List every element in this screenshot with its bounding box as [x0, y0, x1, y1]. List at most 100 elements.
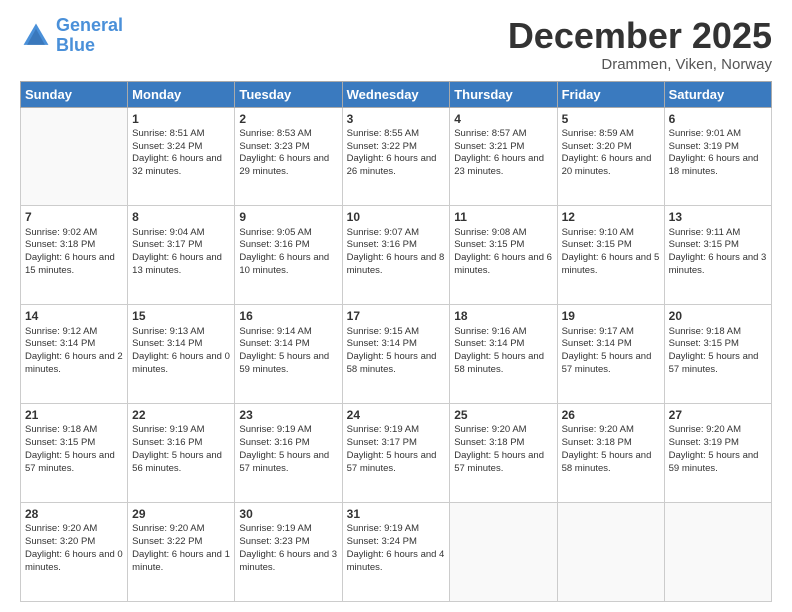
day-info: Sunrise: 8:57 AM Sunset: 3:21 PM Dayligh… [454, 128, 552, 179]
day-cell: 20 Sunrise: 9:18 AM Sunset: 3:15 PM Dayli… [664, 305, 771, 404]
day-cell [21, 107, 128, 206]
day-number: 22 [132, 407, 230, 423]
day-number: 23 [239, 407, 337, 423]
day-cell: 12Sunrise: 9:10 AM Sunset: 3:15 PM Dayli… [557, 206, 664, 305]
weekday-saturday: Saturday [664, 81, 771, 107]
day-info: Sunrise: 8:59 AM Sunset: 3:20 PM Dayligh… [562, 128, 660, 179]
day-cell: 7 Sunrise: 9:02 AM Sunset: 3:18 PM Daylig… [21, 206, 128, 305]
day-cell: 4Sunrise: 8:57 AM Sunset: 3:21 PM Daylig… [450, 107, 557, 206]
week-row-3: 14Sunrise: 9:12 AM Sunset: 3:14 PM Dayli… [21, 305, 772, 404]
title-block: December 2025 Drammen, Viken, Norway [508, 16, 772, 73]
day-cell: 8Sunrise: 9:04 AM Sunset: 3:17 PM Daylig… [128, 206, 235, 305]
day-number: 7 [25, 209, 123, 225]
day-cell: 19 Sunrise: 9:17 AM Sunset: 3:14 PM Dayli… [557, 305, 664, 404]
day-cell [664, 503, 771, 602]
day-info: Sunrise: 9:18 AM Sunset: 3:15 PM Dayligh… [25, 424, 123, 475]
day-cell: 14Sunrise: 9:12 AM Sunset: 3:14 PM Dayli… [21, 305, 128, 404]
day-info: Sunrise: 9:18 AM Sunset: 3:15 PM Dayligh… [669, 326, 767, 377]
day-number: 27 [669, 407, 767, 423]
day-info: Sunrise: 9:01 AM Sunset: 3:19 PM Dayligh… [669, 128, 767, 179]
day-info: Sunrise: 9:19 AM Sunset: 3:23 PM Dayligh… [239, 523, 337, 574]
day-info: Sunrise: 9:15 AM Sunset: 3:14 PM Dayligh… [347, 326, 446, 377]
day-number: 31 [347, 506, 446, 522]
weekday-thursday: Thursday [450, 81, 557, 107]
day-cell: 5Sunrise: 8:59 AM Sunset: 3:20 PM Daylig… [557, 107, 664, 206]
day-info: Sunrise: 9:20 AM Sunset: 3:18 PM Dayligh… [454, 424, 552, 475]
day-info: Sunrise: 9:14 AM Sunset: 3:14 PM Dayligh… [239, 326, 337, 377]
day-number: 13 [669, 209, 767, 225]
day-info: Sunrise: 9:11 AM Sunset: 3:15 PM Dayligh… [669, 227, 767, 278]
day-cell: 21Sunrise: 9:18 AM Sunset: 3:15 PM Dayli… [21, 404, 128, 503]
day-cell: 16 Sunrise: 9:14 AM Sunset: 3:14 PM Dayli… [235, 305, 342, 404]
day-number: 4 [454, 111, 552, 127]
day-info: Sunrise: 9:19 AM Sunset: 3:24 PM Dayligh… [347, 523, 446, 574]
day-info: Sunrise: 9:20 AM Sunset: 3:18 PM Dayligh… [562, 424, 660, 475]
week-row-4: 21Sunrise: 9:18 AM Sunset: 3:15 PM Dayli… [21, 404, 772, 503]
day-cell: 6Sunrise: 9:01 AM Sunset: 3:19 PM Daylig… [664, 107, 771, 206]
day-number: 28 [25, 506, 123, 522]
day-info: Sunrise: 9:10 AM Sunset: 3:15 PM Dayligh… [562, 227, 660, 278]
day-info: Sunrise: 9:20 AM Sunset: 3:19 PM Dayligh… [669, 424, 767, 475]
day-number: 11 [454, 209, 552, 225]
weekday-wednesday: Wednesday [342, 81, 450, 107]
day-cell: 22Sunrise: 9:19 AM Sunset: 3:16 PM Dayli… [128, 404, 235, 503]
weekday-tuesday: Tuesday [235, 81, 342, 107]
day-number: 29 [132, 506, 230, 522]
weekday-sunday: Sunday [21, 81, 128, 107]
day-cell: 15 Sunrise: 9:13 AM Sunset: 3:14 PM Dayli… [128, 305, 235, 404]
week-row-1: 1Sunrise: 8:51 AM Sunset: 3:24 PM Daylig… [21, 107, 772, 206]
day-info: Sunrise: 9:04 AM Sunset: 3:17 PM Dayligh… [132, 227, 230, 278]
logo-icon [20, 20, 52, 52]
day-number: 30 [239, 506, 337, 522]
day-cell: 30Sunrise: 9:19 AM Sunset: 3:23 PM Dayli… [235, 503, 342, 602]
day-cell: 10 Sunrise: 9:07 AM Sunset: 3:16 PM Dayli… [342, 206, 450, 305]
day-cell: 26Sunrise: 9:20 AM Sunset: 3:18 PM Dayli… [557, 404, 664, 503]
day-number: 5 [562, 111, 660, 127]
day-number: 1 [132, 111, 230, 127]
day-number: 10 [347, 209, 446, 225]
day-info: Sunrise: 9:07 AM Sunset: 3:16 PM Dayligh… [347, 227, 446, 278]
day-info: Sunrise: 9:19 AM Sunset: 3:17 PM Dayligh… [347, 424, 446, 475]
weekday-friday: Friday [557, 81, 664, 107]
day-cell: 18Sunrise: 9:16 AM Sunset: 3:14 PM Dayli… [450, 305, 557, 404]
day-number: 2 [239, 111, 337, 127]
day-info: Sunrise: 9:20 AM Sunset: 3:20 PM Dayligh… [25, 523, 123, 574]
day-cell: 13 Sunrise: 9:11 AM Sunset: 3:15 PM Dayli… [664, 206, 771, 305]
day-cell: 2Sunrise: 8:53 AM Sunset: 3:23 PM Daylig… [235, 107, 342, 206]
calendar: SundayMondayTuesdayWednesdayThursdayFrid… [20, 81, 772, 602]
day-cell: 29Sunrise: 9:20 AM Sunset: 3:22 PM Dayli… [128, 503, 235, 602]
day-info: Sunrise: 9:08 AM Sunset: 3:15 PM Dayligh… [454, 227, 552, 278]
day-info: Sunrise: 9:19 AM Sunset: 3:16 PM Dayligh… [132, 424, 230, 475]
day-number: 6 [669, 111, 767, 127]
month-title: December 2025 [508, 16, 772, 56]
day-info: Sunrise: 9:02 AM Sunset: 3:18 PM Dayligh… [25, 227, 123, 278]
day-info: Sunrise: 9:05 AM Sunset: 3:16 PM Dayligh… [239, 227, 337, 278]
day-info: Sunrise: 9:13 AM Sunset: 3:14 PM Dayligh… [132, 326, 230, 377]
day-cell [557, 503, 664, 602]
day-number: 16 [239, 308, 337, 324]
day-info: Sunrise: 9:19 AM Sunset: 3:16 PM Dayligh… [239, 424, 337, 475]
day-cell: 3Sunrise: 8:55 AM Sunset: 3:22 PM Daylig… [342, 107, 450, 206]
day-number: 18 [454, 308, 552, 324]
day-number: 14 [25, 308, 123, 324]
page: General Blue December 2025 Drammen, Vike… [0, 0, 792, 612]
day-info: Sunrise: 8:51 AM Sunset: 3:24 PM Dayligh… [132, 128, 230, 179]
day-cell: 31Sunrise: 9:19 AM Sunset: 3:24 PM Dayli… [342, 503, 450, 602]
day-cell: 23Sunrise: 9:19 AM Sunset: 3:16 PM Dayli… [235, 404, 342, 503]
day-cell: 24Sunrise: 9:19 AM Sunset: 3:17 PM Dayli… [342, 404, 450, 503]
day-number: 3 [347, 111, 446, 127]
day-number: 15 [132, 308, 230, 324]
day-info: Sunrise: 9:17 AM Sunset: 3:14 PM Dayligh… [562, 326, 660, 377]
day-info: Sunrise: 8:55 AM Sunset: 3:22 PM Dayligh… [347, 128, 446, 179]
weekday-monday: Monday [128, 81, 235, 107]
day-number: 19 [562, 308, 660, 324]
day-number: 20 [669, 308, 767, 324]
week-row-5: 28Sunrise: 9:20 AM Sunset: 3:20 PM Dayli… [21, 503, 772, 602]
day-cell: 9Sunrise: 9:05 AM Sunset: 3:16 PM Daylig… [235, 206, 342, 305]
day-cell: 11 Sunrise: 9:08 AM Sunset: 3:15 PM Dayli… [450, 206, 557, 305]
day-cell: 27Sunrise: 9:20 AM Sunset: 3:19 PM Dayli… [664, 404, 771, 503]
weekday-header-row: SundayMondayTuesdayWednesdayThursdayFrid… [21, 81, 772, 107]
day-cell: 17 Sunrise: 9:15 AM Sunset: 3:14 PM Dayli… [342, 305, 450, 404]
day-number: 17 [347, 308, 446, 324]
day-cell: 25Sunrise: 9:20 AM Sunset: 3:18 PM Dayli… [450, 404, 557, 503]
